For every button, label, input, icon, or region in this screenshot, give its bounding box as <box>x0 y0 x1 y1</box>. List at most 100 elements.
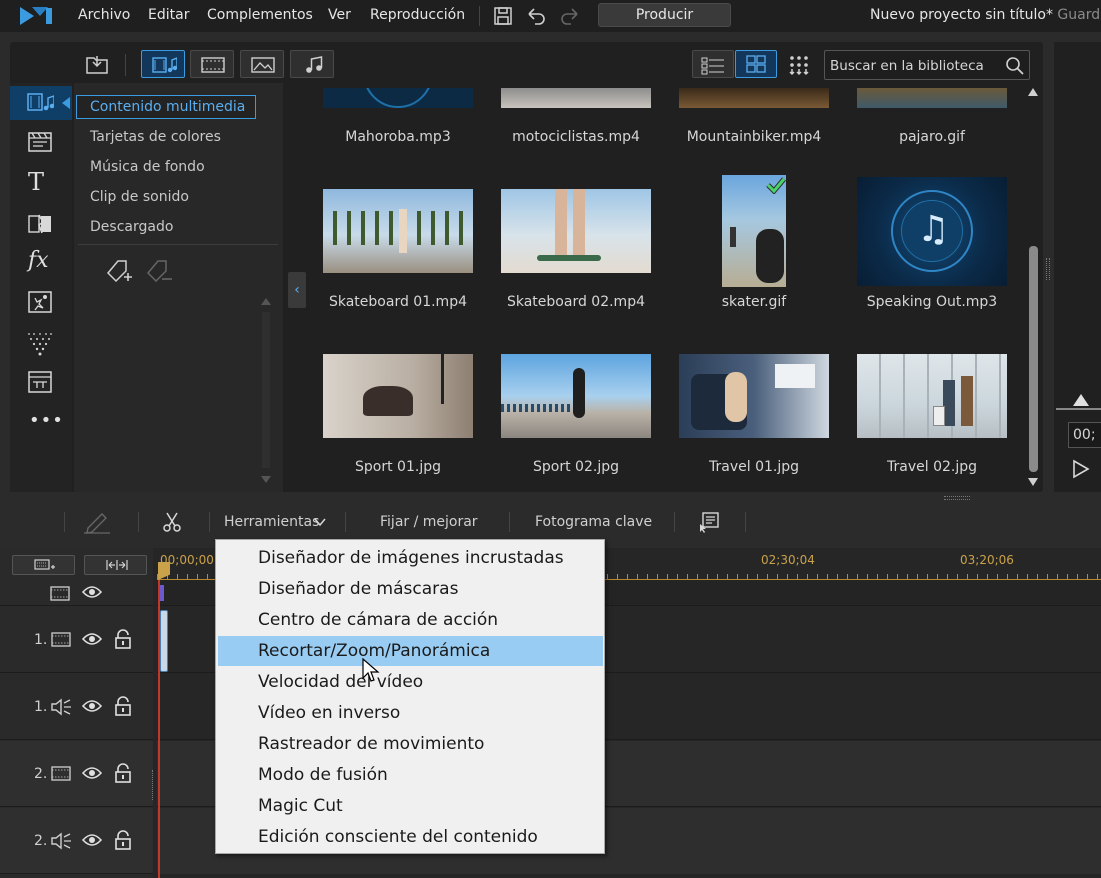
menu-item-reverse-video[interactable]: Vídeo en inverso <box>216 698 604 728</box>
media-item-label[interactable]: Sport 01.jpg <box>308 459 488 475</box>
thumbnail[interactable] <box>501 88 651 108</box>
fit-timeline-button[interactable] <box>84 555 147 575</box>
scroll-down-arrow-icon[interactable] <box>1028 478 1038 486</box>
particle-icon[interactable] <box>27 330 53 356</box>
thumbnail[interactable] <box>501 354 651 438</box>
templates-icon[interactable] <box>27 130 53 154</box>
menu-item-action-camera[interactable]: Centro de cámara de acción <box>216 605 604 635</box>
media-item-label[interactable]: Mountainbiker.mp4 <box>664 129 844 145</box>
more-rooms-icon[interactable]: ••• <box>29 410 64 431</box>
menu-item-content-aware[interactable]: Edición consciente del contenido <box>216 822 604 852</box>
tree-item-sound-clip[interactable]: Clip de sonido <box>90 189 189 205</box>
tree-scrollbar[interactable] <box>261 298 271 484</box>
menu-item-motion-tracker[interactable]: Rastreador de movimiento <box>216 729 604 759</box>
media-item-label[interactable]: Skateboard 01.mp4 <box>308 294 488 310</box>
scroll-up-arrow-icon[interactable] <box>1028 88 1038 96</box>
menu-complementos[interactable]: Complementos <box>207 7 313 23</box>
media-item-label[interactable]: Travel 02.jpg <box>842 459 1022 475</box>
scroll-up-arrow-icon[interactable] <box>261 298 271 305</box>
media-item-label[interactable]: Sport 02.jpg <box>486 459 666 475</box>
pip-icon[interactable] <box>27 290 53 314</box>
filter-media-button[interactable] <box>141 50 185 78</box>
filter-audio-button[interactable] <box>290 50 334 78</box>
thumbnail[interactable] <box>679 354 829 438</box>
edit-pencil-icon[interactable] <box>82 510 112 534</box>
media-item-label[interactable]: motociclistas.mp4 <box>486 129 666 145</box>
visibility-eye-icon[interactable] <box>82 765 102 781</box>
menu-ver[interactable]: Ver <box>328 7 351 23</box>
track-splitter[interactable] <box>152 770 154 800</box>
add-tag-icon[interactable] <box>104 257 134 287</box>
menu-item-magic-cut[interactable]: Magic Cut <box>216 791 604 821</box>
seek-handle-icon[interactable] <box>1073 394 1089 406</box>
library-search-input[interactable]: Buscar en la biblioteca <box>824 50 1030 80</box>
tree-item-color-boards[interactable]: Tarjetas de colores <box>90 129 221 145</box>
visibility-eye-icon[interactable] <box>82 631 102 647</box>
filter-video-button[interactable] <box>190 50 234 78</box>
collapse-tree-button[interactable]: ‹ <box>288 272 306 308</box>
menu-item-blend-mode[interactable]: Modo de fusión <box>216 760 604 790</box>
thumbnail[interactable] <box>501 189 651 273</box>
media-room-icon[interactable] <box>26 90 54 114</box>
thumbnail[interactable] <box>323 88 473 108</box>
title-room-icon[interactable]: T <box>28 168 44 196</box>
lock-icon[interactable] <box>114 696 132 716</box>
menu-reproduccion[interactable]: Reproducción <box>370 7 465 23</box>
media-item-label[interactable]: Speaking Out.mp3 <box>842 294 1022 310</box>
library-scrollbar[interactable] <box>1027 88 1041 488</box>
visibility-eye-icon[interactable] <box>82 584 102 600</box>
scroll-down-arrow-icon[interactable] <box>261 476 271 483</box>
clip-marker[interactable] <box>160 585 164 601</box>
lock-icon[interactable] <box>114 830 132 850</box>
menu-archivo[interactable]: Archivo <box>78 7 130 23</box>
remove-tag-icon[interactable] <box>144 257 174 287</box>
timecode-box[interactable]: 00; <box>1068 422 1101 448</box>
thumbnail[interactable] <box>323 354 473 438</box>
thumbnail[interactable] <box>857 354 1007 438</box>
timeline-clip[interactable] <box>160 610 168 672</box>
media-item-label[interactable]: pajaro.gif <box>842 129 1022 145</box>
fx-icon[interactable]: fx <box>28 248 49 273</box>
tree-item-downloaded[interactable]: Descargado <box>90 219 173 235</box>
preview-seek-bar[interactable] <box>1056 408 1101 410</box>
subtitle-icon[interactable] <box>27 370 53 394</box>
media-item-label[interactable]: skater.gif <box>664 294 844 310</box>
play-icon[interactable] <box>1070 458 1092 480</box>
panel-splitter-horizontal[interactable] <box>944 496 970 500</box>
grid-view-button[interactable] <box>735 50 777 78</box>
media-item-label[interactable]: Travel 01.jpg <box>664 459 844 475</box>
scroll-track[interactable] <box>262 312 270 468</box>
lock-icon[interactable] <box>114 629 132 649</box>
filter-image-button[interactable] <box>240 50 284 78</box>
list-view-button[interactable] <box>692 50 734 78</box>
produce-button[interactable]: Producir <box>598 3 731 27</box>
tools-menu-button[interactable]: Herramientas <box>224 514 319 530</box>
visibility-eye-icon[interactable] <box>82 832 102 848</box>
import-media-icon[interactable] <box>84 52 110 76</box>
menu-item-video-speed[interactable]: Velocidad del vídeo <box>216 667 604 697</box>
panel-splitter[interactable] <box>1046 258 1050 280</box>
transition-icon[interactable] <box>27 212 53 236</box>
visibility-eye-icon[interactable] <box>82 698 102 714</box>
menu-editar[interactable]: Editar <box>148 7 189 23</box>
thumbnail[interactable] <box>679 88 829 108</box>
menu-item-pip-designer[interactable]: Diseñador de imágenes incrustadas <box>216 543 604 573</box>
menu-item-mask-designer[interactable]: Diseñador de máscaras <box>216 574 604 604</box>
more-options-grid-icon[interactable] <box>788 54 810 76</box>
action-menu-icon[interactable] <box>697 510 721 534</box>
tree-item-background-music[interactable]: Música de fondo <box>90 159 205 175</box>
lock-icon[interactable] <box>114 763 132 783</box>
scroll-thumb[interactable] <box>1029 246 1038 472</box>
fix-enhance-button[interactable]: Fijar / mejorar <box>380 514 478 530</box>
undo-icon[interactable] <box>525 5 547 27</box>
chevron-down-icon[interactable] <box>313 516 327 528</box>
media-item-label[interactable]: Skateboard 02.mp4 <box>486 294 666 310</box>
thumbnail[interactable] <box>857 88 1007 108</box>
tree-item-multimedia[interactable]: Contenido multimedia <box>90 99 245 115</box>
media-item-label[interactable]: Mahoroba.mp3 <box>308 129 488 145</box>
keyframe-button[interactable]: Fotograma clave <box>535 514 652 530</box>
thumbnail[interactable]: ♫ <box>857 177 1007 286</box>
redo-icon[interactable] <box>559 5 581 27</box>
search-icon[interactable] <box>1005 56 1025 76</box>
split-scissors-icon[interactable] <box>160 510 184 534</box>
